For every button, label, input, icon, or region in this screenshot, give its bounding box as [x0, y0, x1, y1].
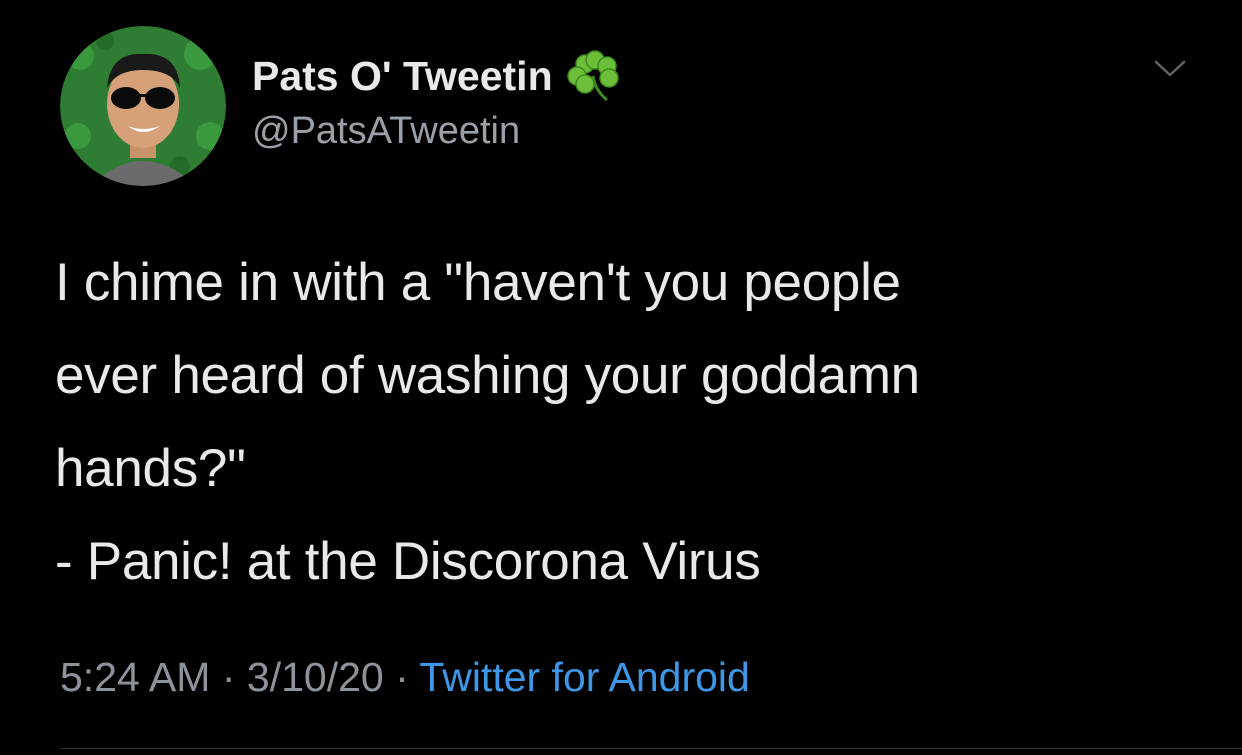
avatar[interactable] [60, 26, 226, 186]
divider [60, 748, 1242, 749]
separator: · [221, 654, 236, 700]
display-name[interactable]: Pats O' Tweetin [252, 53, 553, 100]
user-handle[interactable]: @PatsATweetin [252, 110, 520, 153]
tweet-text: I chime in with a "haven't you people ev… [55, 253, 920, 591]
tweet-author[interactable]: Pats O' Tweetin [252, 48, 623, 104]
tweet-date: 3/10/20 [246, 654, 384, 700]
tweet-time: 5:24 AM [60, 654, 211, 700]
separator: · [395, 654, 409, 700]
chevron-down-icon[interactable] [1152, 56, 1188, 80]
avatar-image [60, 26, 226, 186]
tweet-source-link[interactable]: Twitter for Android [419, 654, 749, 700]
tweet-meta: 5:24 AM · 3/10/20 · Twitter for Android [60, 654, 750, 701]
shamrock-icon [565, 48, 623, 104]
